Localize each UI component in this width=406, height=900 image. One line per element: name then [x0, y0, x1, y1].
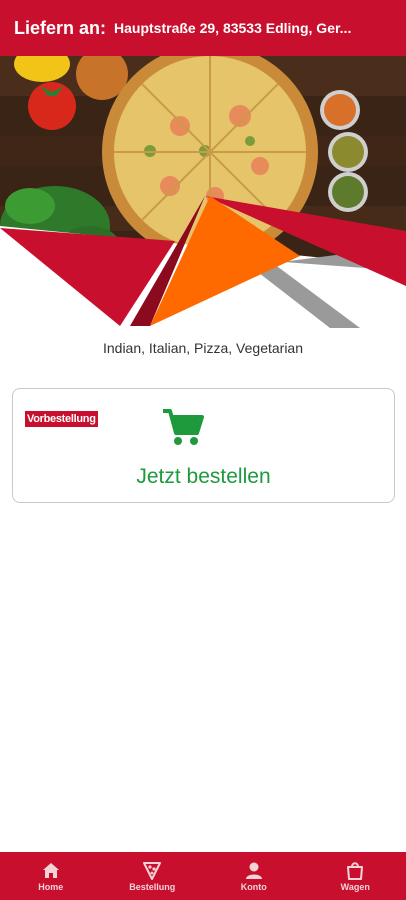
deliver-to-label: Liefern an: — [14, 17, 107, 38]
cuisine-tags: Indian, Italian, Pizza, Vegetarian — [102, 340, 304, 356]
order-now-button[interactable]: Jetzt bestellen — [13, 465, 394, 489]
header-bar: Liefern an: Hauptstraße 29, 83533 Edling… — [0, 0, 406, 56]
nav-cart[interactable]: Wagen — [310, 860, 400, 892]
hero-banner — [0, 56, 406, 328]
nav-home[interactable]: Home — [6, 860, 96, 892]
nav-order-label: Bestellung — [129, 882, 176, 892]
home-icon — [42, 863, 59, 878]
nav-home-label: Home — [38, 882, 64, 892]
delivery-address[interactable]: Hauptstraße 29, 83533 Edling, Ger... — [114, 20, 351, 36]
nav-order[interactable]: Bestellung — [107, 860, 197, 892]
nav-cart-label: Wagen — [340, 882, 370, 892]
order-now-card[interactable]: Vorbestellung Jetzt bestellen — [12, 388, 395, 503]
user-icon — [245, 862, 262, 879]
nav-account[interactable]: Konto — [209, 860, 299, 892]
nav-account-label: Konto — [240, 882, 267, 892]
hero-image — [0, 56, 406, 328]
pizza-slice-icon — [143, 862, 162, 880]
shopping-bag-icon — [347, 862, 364, 880]
bottom-navigation: Home Bestellung Konto Wagen — [0, 852, 406, 900]
shopping-cart-icon — [163, 409, 204, 445]
preorder-badge: Vorbestellung — [25, 411, 98, 427]
